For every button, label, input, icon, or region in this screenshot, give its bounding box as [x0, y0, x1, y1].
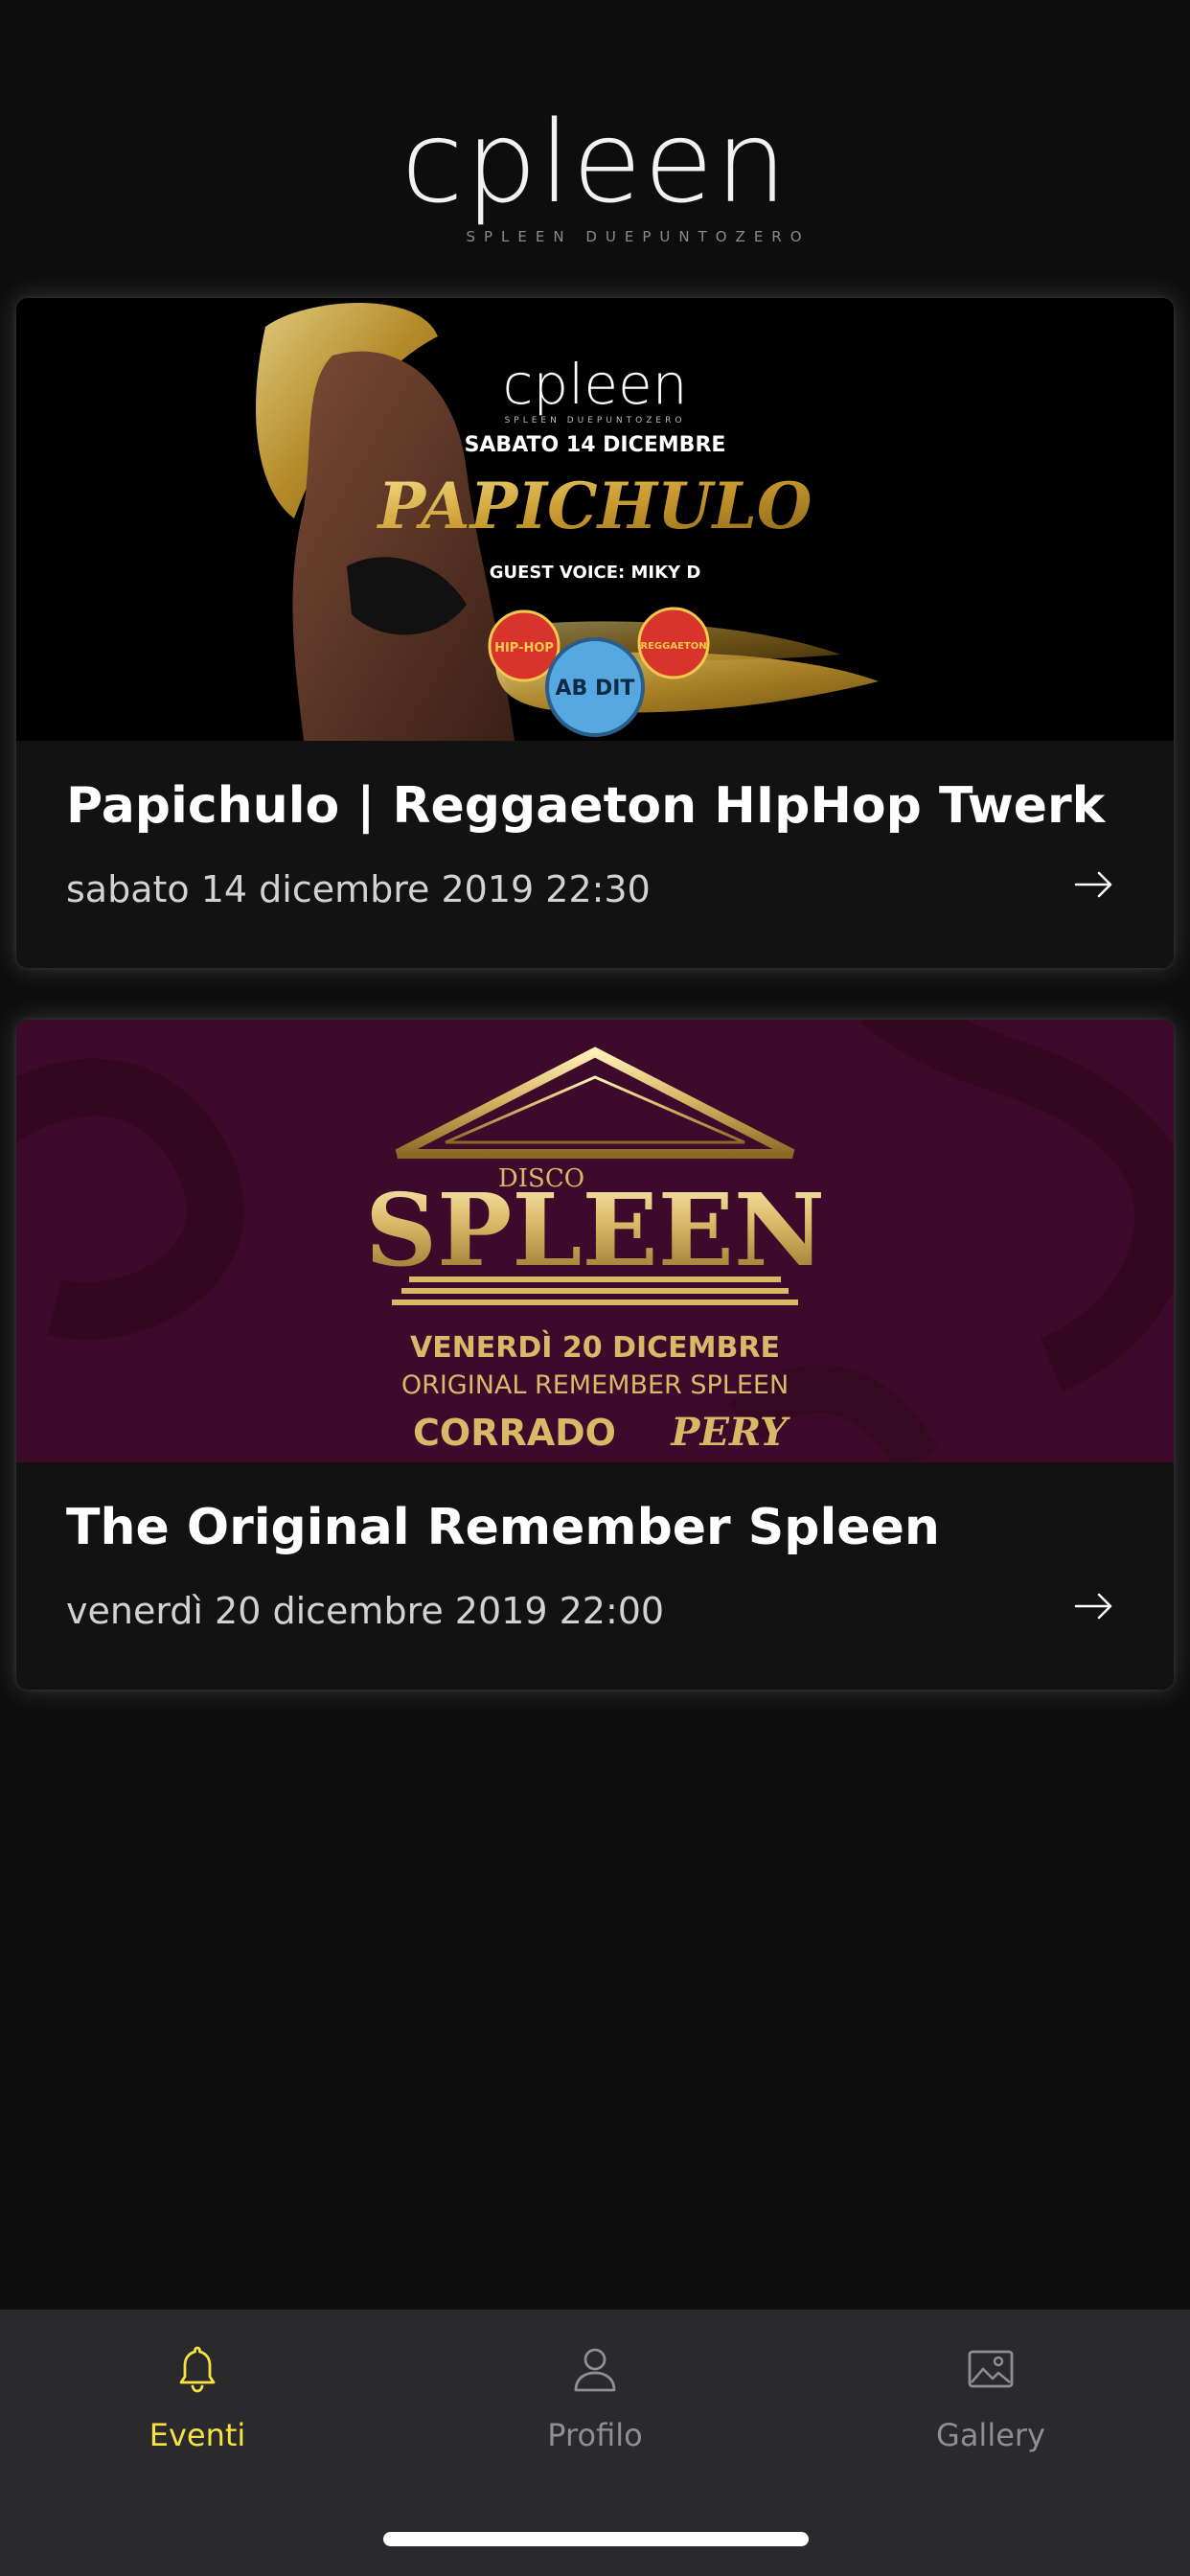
poster-artist-b: PERY	[670, 1410, 790, 1455]
event-poster-papichulo: cpleen SPLEEN DUEPUNTOZERO SABATO 14 DIC…	[16, 298, 1174, 741]
spleen-logo: cpleen SPLEEN DUEPUNTOZERO	[0, 105, 1190, 245]
tab-gallery-label: Gallery	[936, 2417, 1045, 2453]
event-date: sabato 14 dicembre 2019 22:30	[66, 868, 651, 910]
event-title: The Original Remember Spleen	[66, 1499, 940, 1556]
tab-eventi[interactable]: Eventi	[54, 2342, 341, 2486]
poster-badge-reggaeton: REGGAETON	[640, 641, 706, 652]
poster-date: SABATO 14 DICEMBRE	[465, 433, 726, 457]
poster-guest: GUEST VOICE: MIKY D	[490, 563, 701, 583]
event-card[interactable]: cpleen SPLEEN DUEPUNTOZERO SABATO 14 DIC…	[16, 298, 1174, 968]
tab-profilo-label: Profilo	[547, 2417, 643, 2453]
tab-eventi-label: Eventi	[149, 2417, 246, 2453]
app-header: cpleen SPLEEN DUEPUNTOZERO	[0, 0, 1190, 278]
poster-badge-abdit: AB DIT	[556, 677, 635, 701]
event-poster-remember-spleen: DISCO SPLEEN VENERDÌ 20 DICEMBRE ORIGINA…	[16, 1020, 1174, 1462]
poster-logo: cpleen	[503, 352, 688, 417]
arrow-right-icon[interactable]	[1072, 1585, 1114, 1627]
poster-date: VENERDÌ 20 DICEMBRE	[410, 1330, 780, 1365]
event-date: venerdì 20 dicembre 2019 22:00	[66, 1590, 665, 1632]
tab-profilo[interactable]: Profilo	[451, 2342, 739, 2486]
logo-tagline: SPLEEN DUEPUNTOZERO	[466, 228, 811, 245]
poster-artist-a: CORRADO	[413, 1412, 616, 1454]
home-indicator[interactable]	[383, 2532, 809, 2546]
poster-subtitle: ORIGINAL REMEMBER SPLEEN	[401, 1370, 789, 1400]
tab-gallery[interactable]: Gallery	[847, 2342, 1134, 2486]
logo-wordmark: cpleen	[400, 96, 790, 228]
poster-badge-hiphop: HIP-HOP	[494, 641, 554, 656]
person-icon	[574, 2348, 616, 2392]
event-title: Papichulo | Reggaeton HIpHop Twerk	[66, 777, 1106, 835]
arrow-right-icon[interactable]	[1072, 863, 1114, 906]
poster-headline: PAPICHULO	[377, 469, 812, 543]
event-card[interactable]: DISCO SPLEEN VENERDÌ 20 DICEMBRE ORIGINA…	[16, 1020, 1174, 1690]
image-icon	[968, 2350, 1014, 2388]
bell-icon	[179, 2346, 216, 2393]
poster-logo-tagline: SPLEEN DUEPUNTOZERO	[505, 416, 686, 426]
poster-big-word: SPLEEN	[365, 1171, 825, 1289]
